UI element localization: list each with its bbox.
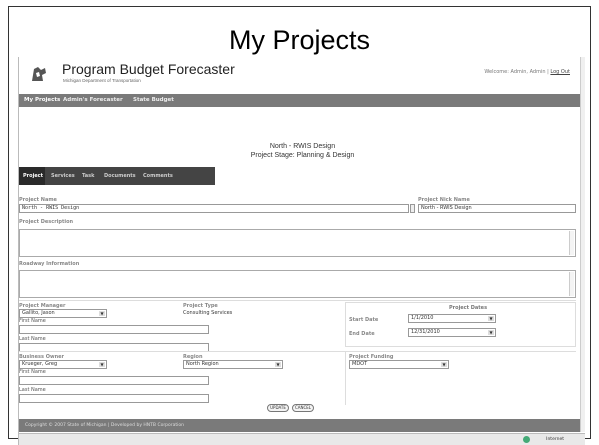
owner-last-name-input[interactable]	[19, 394, 209, 403]
project-name-heading: North - RWIS Design	[269, 143, 336, 150]
owner-value: Krueger, Greg	[22, 361, 58, 367]
region-select[interactable]: North Region ▼	[183, 360, 283, 369]
chevron-down-icon: ▼	[275, 362, 281, 367]
tab-task[interactable]: Task	[82, 173, 94, 179]
update-button[interactable]: UPDATE	[267, 404, 289, 412]
roadway-textarea[interactable]	[19, 270, 576, 298]
project-stage-heading: Project Stage: Planning & Design	[250, 152, 355, 159]
manager-value: Gallito, Jason	[22, 310, 55, 316]
section-divider	[19, 300, 576, 301]
project-type-label: Project Type	[183, 303, 218, 309]
manager-last-name-label: Last Name	[19, 336, 46, 342]
manager-first-name-label: First Name	[19, 318, 46, 324]
start-date-label: Start Date	[349, 317, 379, 323]
nav-state-budget[interactable]: State Budget	[133, 97, 174, 103]
region-value: North Region	[186, 361, 219, 367]
project-header: North - RWIS Design Project Stage: Plann…	[19, 142, 585, 160]
nav-admins-forecaster[interactable]: Admin's Forecaster	[63, 97, 123, 103]
resize-handle[interactable]	[410, 204, 415, 213]
owner-first-name-input[interactable]	[19, 376, 209, 385]
main-nav: My Projects Admin's Forecaster State Bud…	[19, 94, 585, 107]
app-header: Program Budget Forecaster Michigan Depar…	[19, 57, 585, 93]
owner-select[interactable]: Krueger, Greg ▼	[19, 360, 107, 369]
footer: Copyright © 2007 State of Michigan | Dev…	[19, 419, 585, 432]
funding-value: MDOT	[352, 361, 368, 367]
project-name-label: Project Name	[19, 197, 57, 203]
manager-select[interactable]: Gallito, Jason ▼	[19, 309, 107, 318]
tab-services[interactable]: Services	[51, 173, 75, 179]
chevron-down-icon: ▼	[441, 362, 447, 367]
funding-select[interactable]: MDOT ▼	[349, 360, 449, 369]
tab-project[interactable]: Project	[23, 173, 43, 179]
project-dates-label: Project Dates	[449, 305, 488, 311]
chevron-down-icon: ▼	[99, 362, 105, 367]
description-scrollbar[interactable]	[569, 231, 574, 255]
cancel-button[interactable]: CANCEL	[292, 404, 314, 412]
roadway-label: Roadway Information	[19, 261, 80, 267]
welcome-text: Welcome: Admin, Admin | Log Out	[484, 69, 570, 75]
chevron-down-icon: ▼	[99, 311, 105, 316]
section-divider	[19, 351, 576, 352]
owner-first-name-label: First Name	[19, 369, 46, 375]
slide-title: My Projects	[228, 25, 371, 55]
welcome-label: Welcome: Admin, Admin |	[484, 69, 549, 75]
app-subtitle: Michigan Department of Transportation	[63, 78, 141, 83]
security-zone: Internet	[546, 437, 564, 442]
chevron-down-icon: ▼	[488, 330, 494, 335]
end-date-select[interactable]: 12/31/2010 ▼	[408, 328, 496, 337]
owner-last-name-label: Last Name	[19, 387, 46, 393]
nav-my-projects[interactable]: My Projects	[24, 97, 60, 103]
end-date-label: End Date	[349, 331, 375, 337]
chevron-down-icon: ▼	[488, 316, 494, 321]
logout-link[interactable]: Log Out	[550, 69, 570, 75]
description-label: Project Description	[19, 219, 74, 225]
browser-statusbar: Internet	[19, 433, 585, 445]
globe-icon	[523, 436, 530, 443]
funding-divider	[345, 352, 346, 405]
browser-screenshot: Program Budget Forecaster Michigan Depar…	[18, 57, 585, 445]
nick-name-label: Project Nick Name	[418, 197, 470, 203]
project-tabs: Project Services Task Documents Comments	[19, 167, 215, 185]
tab-documents[interactable]: Documents	[104, 173, 136, 179]
tab-comments[interactable]: Comments	[143, 173, 173, 179]
end-date-value: 12/31/2010	[411, 329, 440, 335]
page-scrollbar[interactable]	[580, 57, 585, 432]
project-name-input[interactable]: North - RWIS Design	[19, 204, 409, 213]
mdot-logo-icon	[32, 67, 46, 81]
app-title: Program Budget Forecaster	[62, 61, 235, 77]
description-textarea[interactable]	[19, 229, 576, 257]
start-date-value: 1/1/2010	[411, 315, 434, 321]
project-type-value: Consulting Services	[183, 310, 233, 316]
manager-first-name-input[interactable]	[19, 325, 209, 334]
nick-name-input[interactable]: North - RWIS Design	[418, 204, 576, 213]
start-date-select[interactable]: 1/1/2010 ▼	[408, 314, 496, 323]
roadway-scrollbar[interactable]	[569, 272, 574, 296]
